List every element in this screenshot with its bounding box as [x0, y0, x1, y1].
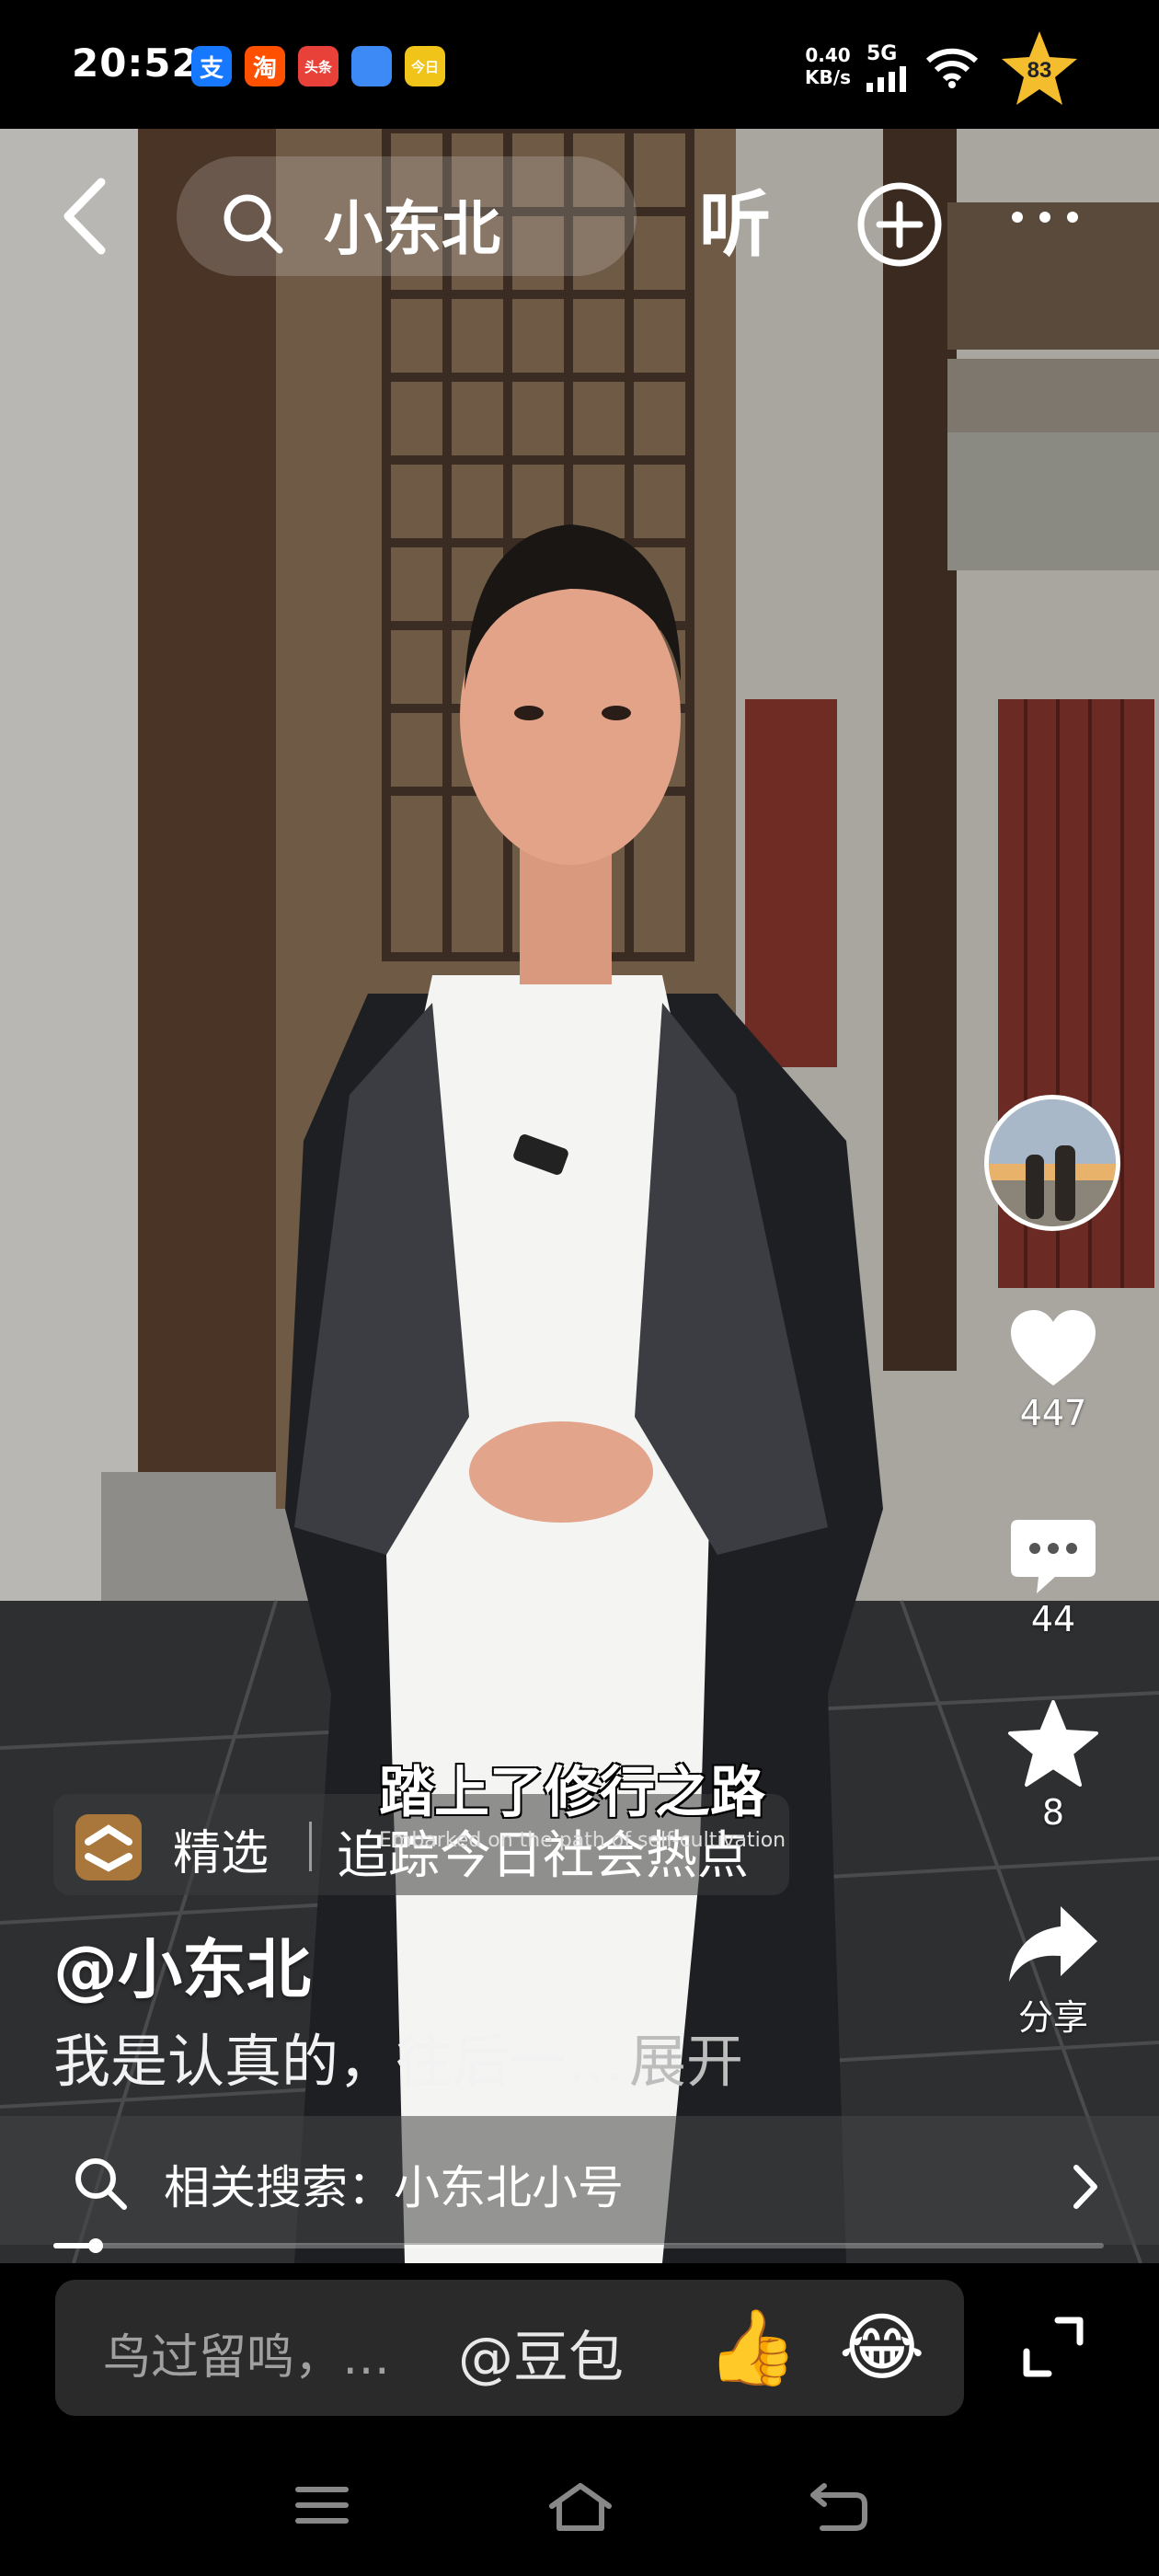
notification-app-icons: 支淘头条 今日 — [191, 46, 445, 86]
featured-divider — [309, 1822, 312, 1871]
fullscreen-icon[interactable] — [1021, 2315, 1085, 2379]
comment-button[interactable]: 44 — [975, 1518, 1131, 1639]
listen-button[interactable]: 听 — [699, 167, 771, 270]
home-icon[interactable] — [548, 2482, 613, 2532]
top-bar: 小东北 听 — [0, 129, 1159, 285]
comment-placeholder: 鸟过留鸣，… — [103, 2330, 391, 2386]
author-avatar[interactable] — [984, 1095, 1120, 1231]
network-speed: 0.40 KB/s — [800, 44, 855, 88]
taobao-icon: 淘 — [245, 46, 285, 86]
video-subtitle: 踏上了修行之路 — [379, 1761, 765, 1825]
comment-input[interactable]: 鸟过留鸣，… @豆包 👍 😂 — [55, 2280, 964, 2416]
chevron-right-icon — [1073, 2165, 1097, 2209]
featured-logo-icon — [75, 1814, 142, 1880]
video-progress-bar[interactable] — [53, 2238, 1104, 2253]
progress-knob[interactable] — [87, 2238, 103, 2253]
search-icon — [75, 2158, 127, 2210]
add-circle-icon[interactable] — [855, 180, 944, 269]
thumbs-up-emoji-button[interactable]: 👍 — [706, 2304, 798, 2392]
status-time: 20:52 — [72, 40, 200, 86]
caption-expand-link[interactable]: 展开 — [629, 2028, 743, 2095]
back-arrow-icon[interactable] — [55, 175, 120, 258]
status-bar: 20:52 支淘头条 今日 0.40 KB/s 5G 83 — [0, 0, 1159, 129]
caption-text: 我是认真的，往后一… — [53, 2028, 625, 2095]
svg-text:83: 83 — [1027, 58, 1052, 83]
favorite-count: 8 — [1041, 1792, 1065, 1833]
search-bar[interactable]: 小东北 — [177, 156, 637, 276]
comment-bar: 鸟过留鸣，… @豆包 👍 😂 — [0, 2263, 1159, 2429]
network-speed-value: 0.40 — [805, 44, 851, 66]
related-search-text: 相关搜索：小东北小号 — [164, 2161, 624, 2214]
alipay-icon: 支 — [191, 46, 232, 86]
favorite-button[interactable]: 8 — [975, 1700, 1131, 1833]
video-subtitle-english: Embarked on the path of self-cultivation — [379, 1829, 786, 1852]
like-count: 447 — [1019, 1393, 1087, 1433]
mention-doubao-button[interactable]: @豆包 — [458, 2313, 624, 2393]
signal-icon — [866, 66, 906, 92]
like-button[interactable]: 447 — [975, 1306, 1131, 1433]
network-type: 5G — [866, 42, 898, 65]
more-options-icon[interactable] — [1012, 212, 1078, 223]
laugh-emoji-button[interactable]: 😂 — [839, 2304, 924, 2392]
related-search-bar[interactable]: 相关搜索：小东北小号 — [0, 2116, 1159, 2245]
star-icon — [1008, 1700, 1098, 1787]
toutiao-icon: 头条 — [298, 46, 339, 86]
heart-icon — [1011, 1310, 1096, 1386]
share-button[interactable]: 分享 — [975, 1903, 1131, 2040]
wifi-icon — [925, 48, 979, 88]
share-arrow-icon — [1009, 1906, 1097, 1982]
featured-label: 精选 — [173, 1826, 270, 1881]
network-speed-unit: KB/s — [805, 66, 851, 88]
star-badge-icon[interactable]: 83 — [998, 28, 1081, 110]
author-name[interactable]: @小东北 — [53, 1918, 311, 2011]
search-icon — [224, 194, 283, 254]
back-nav-icon[interactable] — [809, 2482, 868, 2532]
app-yellow-icon: 今日 — [405, 46, 445, 86]
comment-count: 44 — [1030, 1599, 1076, 1639]
menu-icon[interactable] — [294, 2482, 350, 2528]
avatar-image — [989, 1099, 1116, 1226]
video-caption[interactable]: 我是认真的，往后一…展开 — [53, 2015, 743, 2098]
system-nav-bar — [0, 2429, 1159, 2576]
search-query: 小东北 — [324, 196, 500, 264]
share-label: 分享 — [1017, 1997, 1088, 2038]
app-blue-icon — [351, 46, 392, 86]
comment-icon — [1011, 1520, 1096, 1593]
